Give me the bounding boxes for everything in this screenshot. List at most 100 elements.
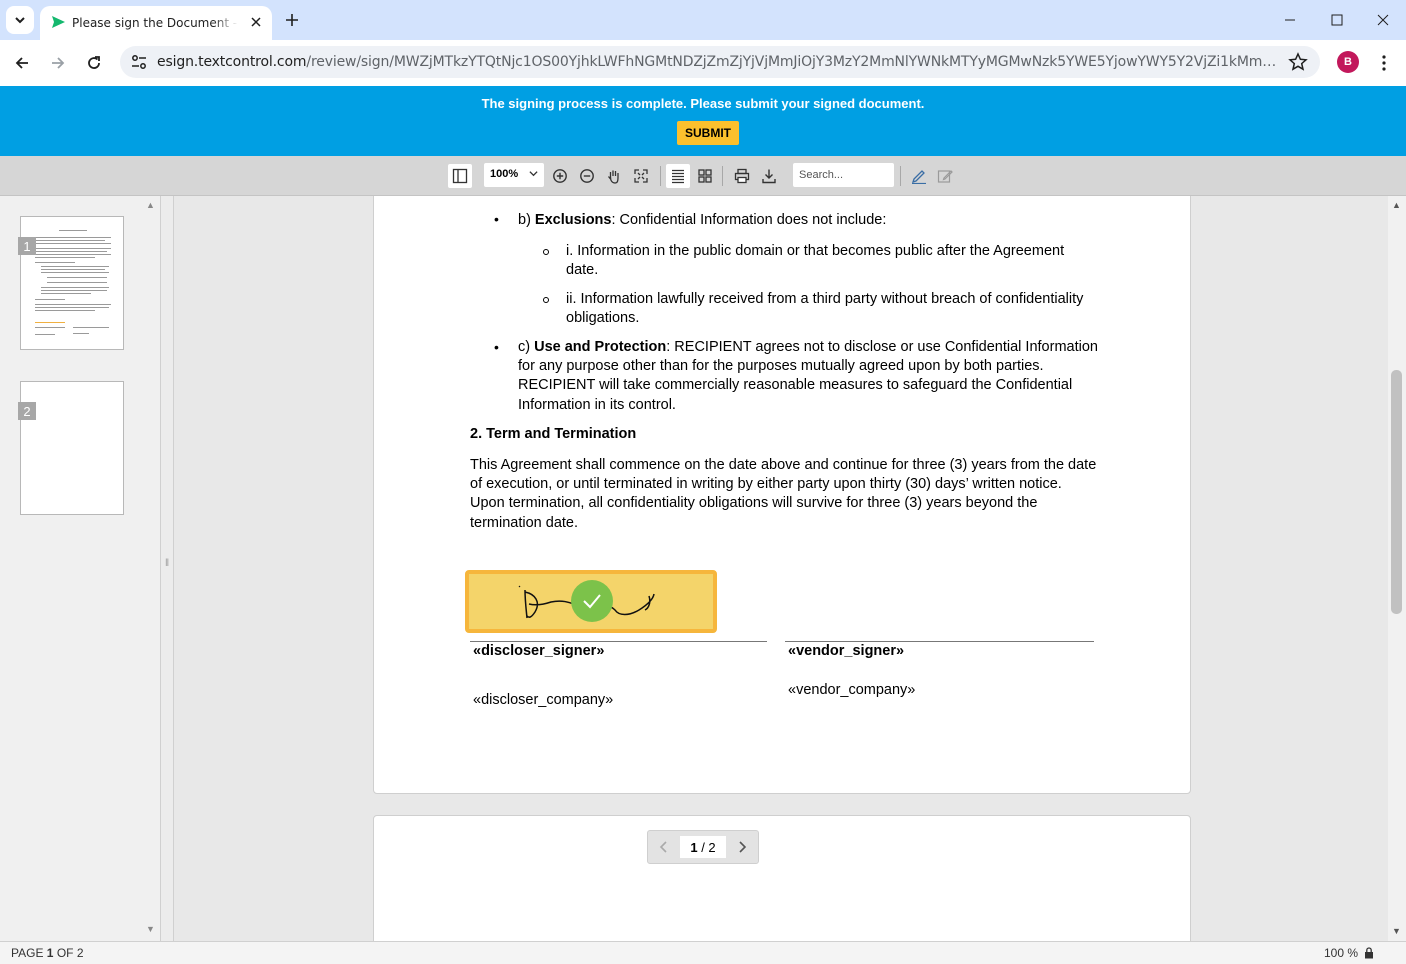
thumbnail-number: 2	[18, 402, 36, 420]
chevron-down-icon	[529, 171, 538, 177]
bullet-icon: •	[494, 339, 499, 355]
hand-icon	[607, 170, 619, 184]
circle-bullet-icon	[543, 297, 549, 303]
chevron-down-icon	[15, 17, 25, 24]
page-number-box[interactable]: 1 / 2	[680, 836, 726, 858]
toolbar-separator	[900, 166, 901, 186]
tab-title: Please sign the Document - TextControl e…	[72, 16, 238, 30]
zoom-indicator: 100 %	[1324, 946, 1359, 960]
browser-tab[interactable]: Please sign the Document - TextControl e…	[40, 6, 272, 40]
document-page-1: • b) Exclusions: Confidential Informatio…	[373, 196, 1191, 794]
list-item-heading: Use and Protection	[534, 339, 667, 355]
circle-bullet-icon	[543, 249, 549, 255]
fullscreen-icon	[634, 169, 648, 183]
splitter-grip: ‖	[165, 558, 170, 569]
bookmark-star-icon[interactable]	[1288, 52, 1308, 72]
lock-icon	[1365, 947, 1373, 959]
maximize-button[interactable]	[1323, 6, 1351, 34]
discloser-signer-field: «discloser_signer»	[473, 643, 605, 659]
list-item-heading: Exclusions	[534, 212, 612, 228]
fit-page-button[interactable]	[629, 164, 653, 188]
signed-checkmark	[571, 580, 613, 622]
arrow-left-icon	[15, 57, 28, 69]
close-window-button[interactable]	[1369, 6, 1397, 34]
back-button[interactable]	[7, 48, 37, 78]
banner-message: The signing process is complete. Please …	[481, 96, 925, 111]
text-lines-icon	[672, 169, 684, 184]
current-page: 1	[690, 839, 698, 855]
grid-icon	[698, 169, 712, 183]
zoom-in-icon	[553, 169, 567, 183]
section-body: This Agreement shall commence on the dat…	[470, 457, 1097, 531]
reload-button[interactable]	[79, 48, 109, 78]
sublist-item-third-party: ii. Information lawfully received from a…	[566, 291, 1084, 327]
panel-splitter[interactable]: ‖	[161, 196, 174, 941]
address-bar: esign.textcontrol.com/review/sign/MWZjMT…	[0, 40, 1406, 86]
previous-page-button[interactable]	[656, 839, 672, 855]
arrow-right-icon	[52, 57, 65, 69]
pan-tool-button[interactable]	[602, 164, 626, 188]
page-separator: /	[697, 839, 709, 855]
toolbar-separator	[722, 166, 723, 186]
checkmark-icon	[583, 594, 601, 609]
tab-close-button[interactable]	[246, 12, 266, 32]
new-tab-button[interactable]	[280, 8, 304, 32]
minimize-button[interactable]	[1276, 6, 1304, 34]
signature-field[interactable]	[465, 570, 717, 633]
list-item-label: c)	[518, 339, 535, 355]
print-button[interactable]	[730, 164, 754, 188]
scroll-down-arrow[interactable]: ▼	[146, 924, 155, 934]
pen-sign-icon	[911, 170, 926, 184]
download-button[interactable]	[757, 164, 781, 188]
signature-tool-button[interactable]	[907, 164, 931, 188]
scrollbar-thumb[interactable]	[1391, 370, 1402, 614]
browser-tab-bar: Please sign the Document - TextControl e…	[0, 0, 1406, 40]
page-indicator-total: 2	[76, 946, 84, 960]
zoom-out-button[interactable]	[575, 164, 599, 188]
omnibox[interactable]: esign.textcontrol.com/review/sign/MWZjMT…	[120, 46, 1320, 78]
send-icon	[52, 16, 65, 28]
url-host: esign.textcontrol.com	[157, 54, 307, 70]
single-page-view-button[interactable]	[666, 164, 690, 188]
edit-box-icon	[937, 170, 953, 183]
zoom-out-icon	[580, 169, 594, 183]
list-item-label: b)	[518, 212, 535, 228]
url-path: /review/sign/MWZjMTkzYTQtNjc1OS00YjhkLWF…	[306, 54, 1277, 70]
scroll-down-arrow[interactable]: ▼	[1392, 926, 1401, 936]
tab-search-button[interactable]	[6, 6, 34, 34]
sublist-item-public-domain: i. Information in the public domain or t…	[566, 243, 1065, 279]
page-indicator-middle: OF	[53, 946, 77, 960]
list-item-use-protection: c) Use and Protection: RECIPIENT agrees …	[518, 338, 1098, 415]
discloser-company-field: «discloser_company»	[473, 692, 614, 708]
site-settings-icon	[132, 55, 146, 69]
vendor-signer-field: «vendor_signer»	[788, 643, 905, 659]
document-scrollbar[interactable]: ▲ ▼	[1388, 196, 1406, 941]
reload-icon	[88, 56, 100, 69]
vendor-company-field: «vendor_company»	[788, 682, 916, 698]
scroll-up-arrow[interactable]: ▲	[1392, 200, 1401, 210]
forward-button[interactable]	[43, 48, 73, 78]
close-icon	[1377, 14, 1389, 26]
maximize-icon	[1331, 14, 1343, 26]
document-page-2	[373, 815, 1191, 941]
minimize-icon	[1285, 19, 1295, 21]
close-icon	[251, 17, 261, 27]
edit-form-button[interactable]	[933, 164, 957, 188]
page-navigator: 1 / 2	[647, 830, 759, 864]
grid-view-button[interactable]	[693, 164, 717, 188]
submit-button[interactable]: SUBMIT	[677, 121, 739, 145]
viewer-toolbar: 100% Search...	[0, 156, 1406, 196]
thumbnail-panel: ▲ 1 2 ▼	[0, 196, 161, 941]
profile-avatar[interactable]: B	[1337, 51, 1359, 73]
zoom-select[interactable]: 100%	[484, 163, 544, 187]
next-page-button[interactable]	[734, 839, 750, 855]
thumbnail-number: 1	[18, 237, 36, 255]
scroll-up-arrow[interactable]: ▲	[146, 200, 155, 210]
zoom-in-button[interactable]	[548, 164, 572, 188]
search-input[interactable]: Search...	[793, 163, 894, 187]
browser-menu-button[interactable]	[1374, 48, 1394, 78]
toolbar-separator	[660, 166, 661, 186]
list-item-exclusions: b) Exclusions: Confidential Information …	[518, 211, 1098, 230]
toggle-sidebar-button[interactable]	[448, 164, 472, 188]
section-heading: 2. Term and Termination	[470, 426, 637, 442]
